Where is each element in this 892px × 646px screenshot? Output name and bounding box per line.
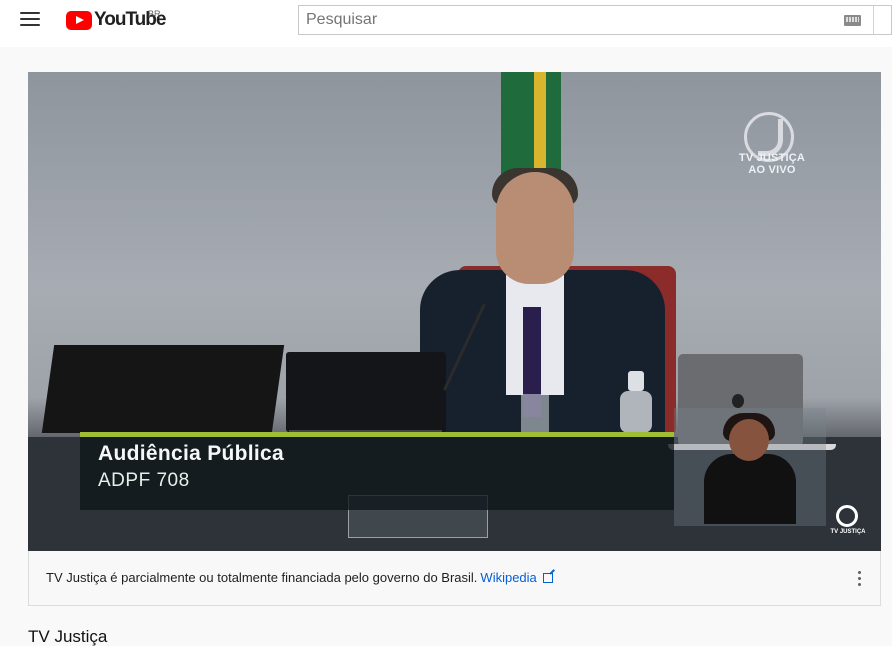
- laptop-center: [286, 352, 446, 432]
- wikipedia-link[interactable]: Wikipedia: [480, 570, 553, 585]
- tv-watermark-label: TV JUSTIÇA AO VIVO: [738, 152, 806, 176]
- hand-sanitizer: [620, 391, 652, 433]
- menu-icon[interactable]: [20, 12, 40, 28]
- region-label: BR: [148, 9, 161, 19]
- bottle-pump: [628, 371, 644, 391]
- more-vertical-icon[interactable]: [857, 571, 861, 587]
- search-box[interactable]: [298, 5, 892, 35]
- lower-third: Audiência Pública ADPF 708: [80, 432, 674, 510]
- banner-text: TV Justiça é parcialmente ou totalmente …: [46, 570, 553, 586]
- youtube-logo[interactable]: YouTube BR: [66, 9, 166, 31]
- monitor-image: [41, 345, 285, 433]
- search-divider: [873, 6, 874, 34]
- external-link-icon: [542, 573, 553, 583]
- lower-third-subtitle: ADPF 708: [98, 470, 190, 491]
- apple-icon: [732, 394, 744, 408]
- funding-message: TV Justiça é parcialmente ou totalmente …: [46, 570, 478, 585]
- channel-title[interactable]: TV Justiça: [28, 628, 107, 646]
- speaker-face: [496, 172, 574, 284]
- interpreter-body: [704, 454, 796, 524]
- keyboard-icon[interactable]: [844, 15, 861, 26]
- video-player[interactable]: TV JUSTIÇA AO VIVO Audiência Pública ADP…: [28, 72, 881, 551]
- top-bar: YouTube BR: [0, 0, 892, 47]
- interpreter-face: [729, 419, 769, 461]
- search-input[interactable]: [299, 6, 891, 34]
- water-glass: [521, 394, 549, 434]
- government-funding-banner: TV Justiça é parcialmente ou totalmente …: [28, 551, 881, 606]
- play-icon: [66, 10, 92, 30]
- corner-logo-label: TV JUSTIÇA: [830, 529, 866, 535]
- corner-logo-icon: [836, 505, 858, 527]
- lower-third-title: Audiência Pública: [98, 442, 284, 465]
